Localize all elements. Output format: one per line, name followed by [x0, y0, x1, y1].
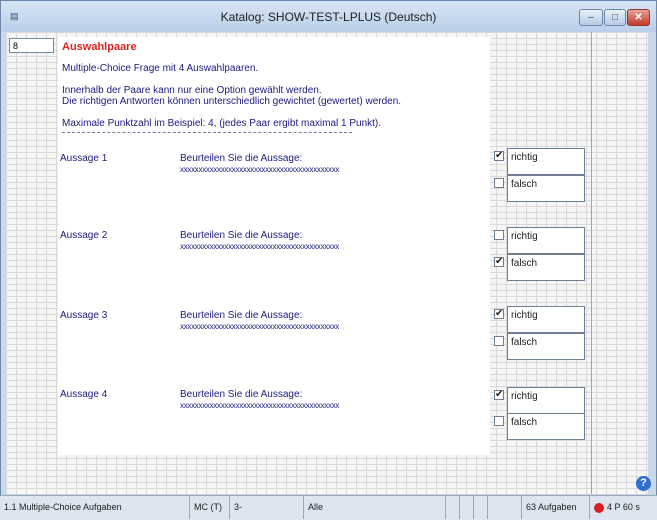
- intro-text: Multiple-Choice Frage mit 4 Auswahlpaare…: [62, 63, 259, 74]
- option-label[interactable]: richtig: [507, 387, 585, 414]
- status-empty: [460, 496, 474, 519]
- statement-prompt: Beurteilen Sie die Aussage:: [180, 230, 303, 241]
- option-checkbox[interactable]: ✔: [494, 309, 504, 319]
- status-points: 4 P 60 s: [590, 496, 657, 519]
- info-line-1: Innerhalb der Paare kann nur eine Option…: [62, 85, 322, 96]
- stop-icon: [594, 502, 604, 513]
- statement-label: Aussage 2: [60, 230, 108, 241]
- option-label[interactable]: falsch: [507, 254, 585, 281]
- option-label[interactable]: falsch: [507, 333, 585, 360]
- minimize-button[interactable]: –: [579, 9, 603, 26]
- info-line-3: Maximale Punktzahl im Beispiel: 4, (jede…: [62, 118, 382, 129]
- option-checkbox[interactable]: [494, 336, 504, 346]
- status-filter: Alle: [304, 496, 446, 519]
- statement-label: Aussage 1: [60, 153, 108, 164]
- option-checkbox[interactable]: ✔: [494, 390, 504, 400]
- option-checkbox[interactable]: [494, 416, 504, 426]
- close-button[interactable]: ✕: [627, 9, 650, 26]
- status-empty: [474, 496, 488, 519]
- question-heading: Auswahlpaare: [62, 41, 137, 53]
- status-count: 3-: [230, 496, 304, 519]
- option-label[interactable]: richtig: [507, 227, 585, 254]
- help-icon[interactable]: ?: [636, 476, 651, 491]
- option-label[interactable]: falsch: [507, 175, 585, 202]
- statement-label: Aussage 4: [60, 389, 108, 400]
- statement-label: Aussage 3: [60, 310, 108, 321]
- separator: [62, 132, 352, 133]
- title-bar: ▤ Katalog: SHOW-TEST-LPLUS (Deutsch) – □…: [1, 1, 656, 32]
- status-section: 1.1 Multiple-Choice Aufgaben: [0, 496, 190, 519]
- status-type: MC (T): [190, 496, 230, 519]
- window-title: Katalog: SHOW-TEST-LPLUS (Deutsch): [220, 10, 437, 24]
- status-points-text: 4 P 60 s: [607, 502, 640, 512]
- status-total: 63 Aufgaben: [522, 496, 590, 519]
- info-line-2: Die richtigen Antworten können unterschi…: [62, 96, 402, 107]
- status-empty: [488, 496, 522, 519]
- question-panel: Auswahlpaare Multiple-Choice Frage mit 4…: [58, 37, 490, 455]
- item-number-field[interactable]: 8: [9, 38, 54, 53]
- statement-prompt: Beurteilen Sie die Aussage:: [180, 153, 303, 164]
- maximize-button[interactable]: □: [604, 9, 626, 26]
- statement-prompt: Beurteilen Sie die Aussage:: [180, 310, 303, 321]
- statement-text: xxxxxxxxxxxxxxxxxxxxxxxxxxxxxxxxxxxxxxxx…: [180, 242, 340, 251]
- column-divider: [591, 32, 592, 494]
- statement-text: xxxxxxxxxxxxxxxxxxxxxxxxxxxxxxxxxxxxxxxx…: [180, 322, 340, 331]
- option-checkbox[interactable]: [494, 230, 504, 240]
- option-label[interactable]: richtig: [507, 306, 585, 333]
- statement-prompt: Beurteilen Sie die Aussage:: [180, 389, 303, 400]
- option-checkbox[interactable]: ✔: [494, 257, 504, 267]
- option-checkbox[interactable]: [494, 178, 504, 188]
- status-empty: [446, 496, 460, 519]
- option-checkbox[interactable]: ✔: [494, 151, 504, 161]
- statement-text: xxxxxxxxxxxxxxxxxxxxxxxxxxxxxxxxxxxxxxxx…: [180, 165, 340, 174]
- option-label[interactable]: richtig: [507, 148, 585, 175]
- statement-text: xxxxxxxxxxxxxxxxxxxxxxxxxxxxxxxxxxxxxxxx…: [180, 401, 340, 410]
- option-label[interactable]: falsch: [507, 413, 585, 440]
- status-bar: 1.1 Multiple-Choice Aufgaben MC (T) 3- A…: [0, 495, 657, 520]
